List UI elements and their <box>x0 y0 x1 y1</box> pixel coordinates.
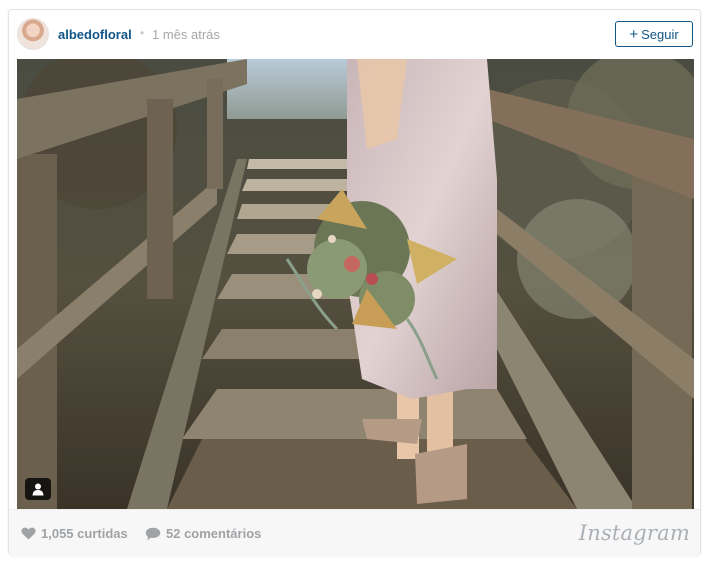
likes-count: 1,055 curtidas <box>41 526 128 541</box>
separator-dot: • <box>140 26 145 40</box>
heart-icon <box>21 527 36 540</box>
follow-button[interactable]: + Seguir <box>615 21 693 47</box>
user-tag-icon <box>32 483 44 495</box>
comment-icon <box>145 527 161 540</box>
post-footer: 1,055 curtidas 52 comentários Instagram <box>9 509 700 556</box>
comments-stat[interactable]: 52 comentários <box>145 526 261 541</box>
username-link[interactable]: albedofloral <box>58 27 132 42</box>
plus-icon: + <box>629 25 639 43</box>
post-header: albedofloral • 1 mês atrás + Seguir <box>9 10 700 59</box>
user-tag-badge[interactable] <box>25 478 51 500</box>
follow-label: Seguir <box>641 26 679 42</box>
instagram-embed-card: albedofloral • 1 mês atrás + Seguir 1,05… <box>8 9 701 556</box>
instagram-logo[interactable]: Instagram <box>579 521 690 545</box>
avatar[interactable] <box>17 18 49 50</box>
comments-count: 52 comentários <box>166 526 262 541</box>
post-photo[interactable] <box>17 59 694 509</box>
post-time[interactable]: 1 mês atrás <box>152 27 220 42</box>
likes-stat[interactable]: 1,055 curtidas <box>21 526 128 541</box>
photo-illustration <box>17 59 694 509</box>
